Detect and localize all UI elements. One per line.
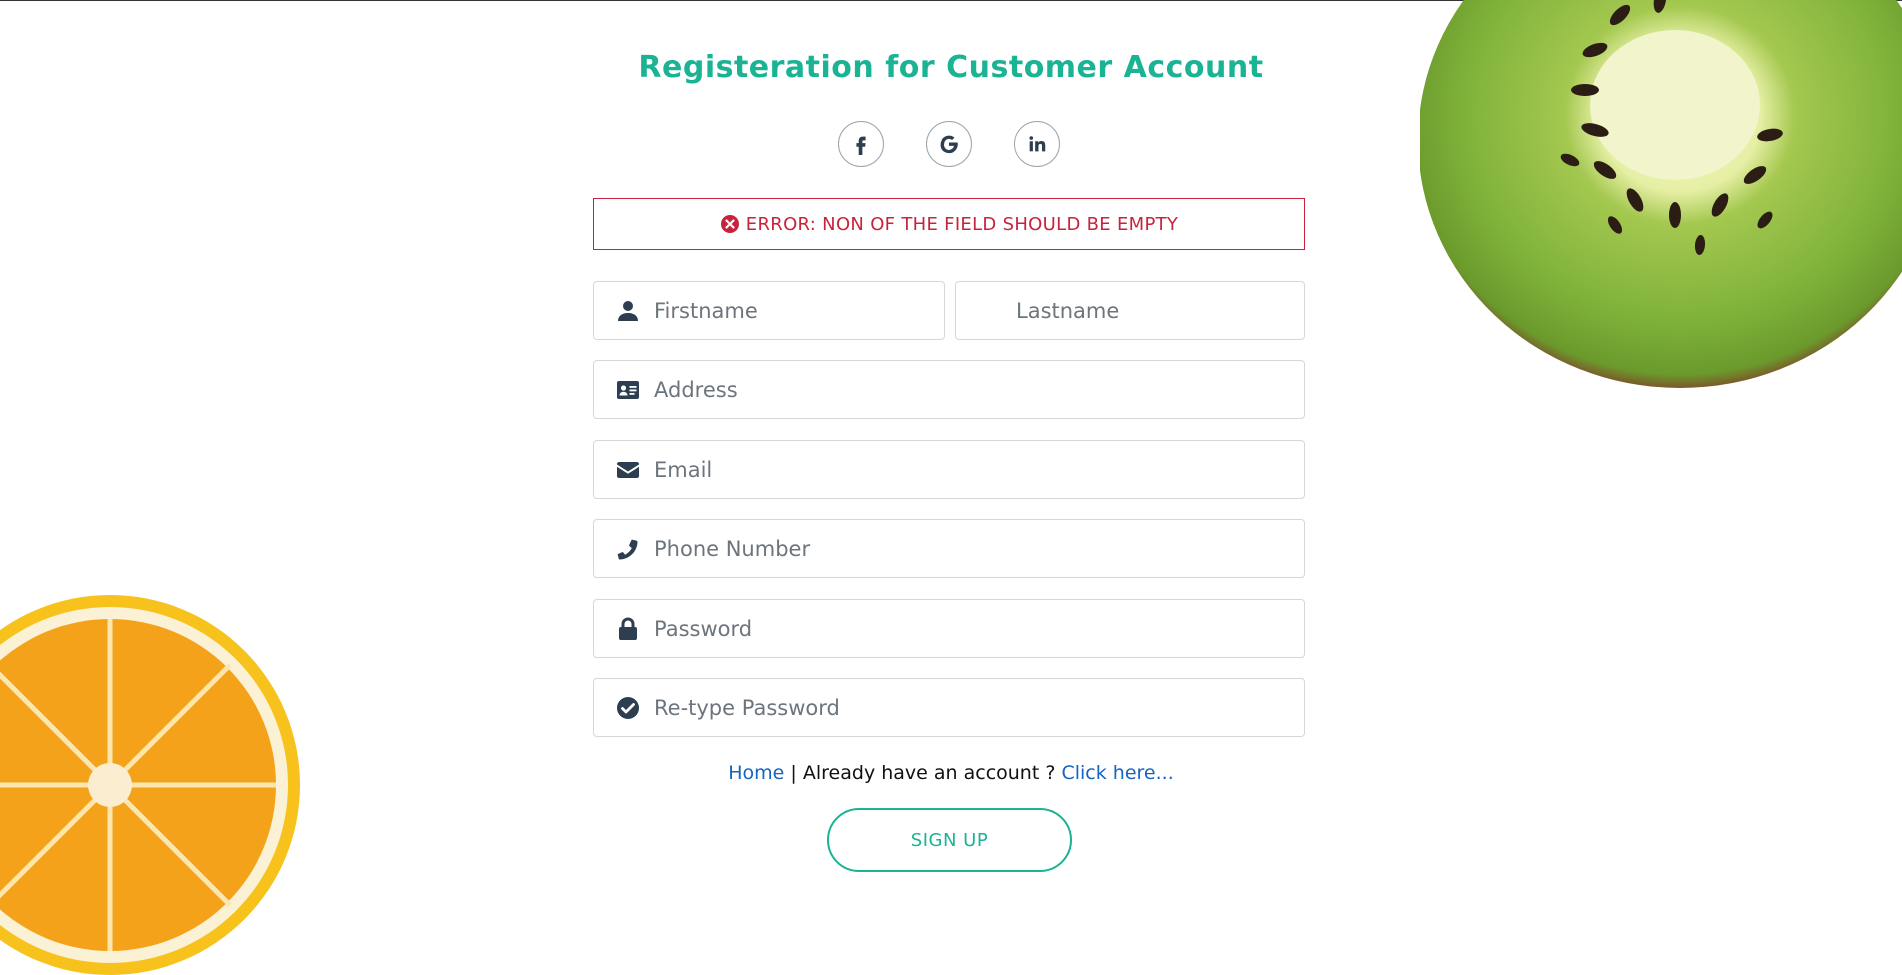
address-field[interactable]	[593, 360, 1305, 419]
error-circle-icon	[720, 214, 740, 234]
account-links: Home | Already have an account ? Click h…	[0, 762, 1902, 784]
signup-button[interactable]: SIGN UP	[827, 808, 1072, 872]
firstname-input[interactable]	[654, 282, 944, 339]
lock-icon	[616, 617, 640, 641]
already-account-text: Already have an account ?	[802, 762, 1056, 784]
envelope-icon	[616, 458, 640, 482]
phone-input[interactable]	[654, 520, 1304, 577]
google-icon	[940, 135, 958, 154]
email-field[interactable]	[593, 440, 1305, 499]
orange-image	[0, 595, 300, 975]
phone-icon	[616, 537, 640, 561]
linkedin-button[interactable]	[1014, 121, 1060, 167]
home-link[interactable]: Home	[728, 762, 784, 784]
facebook-icon	[856, 136, 866, 155]
link-separator: |	[790, 762, 797, 784]
firstname-field[interactable]	[593, 281, 945, 340]
error-alert: ERROR: NON OF THE FIELD SHOULD BE EMPTY	[593, 198, 1305, 250]
page-title: Registeration for Customer Account	[638, 50, 1264, 85]
google-button[interactable]	[926, 121, 972, 167]
facebook-button[interactable]	[838, 121, 884, 167]
retype-password-field[interactable]	[593, 678, 1305, 737]
phone-field[interactable]	[593, 519, 1305, 578]
password-field[interactable]	[593, 599, 1305, 658]
login-link[interactable]: Click here...	[1061, 762, 1173, 784]
check-circle-icon	[616, 696, 640, 720]
error-message: ERROR: NON OF THE FIELD SHOULD BE EMPTY	[745, 213, 1179, 235]
lastname-field[interactable]	[955, 281, 1305, 340]
retype-password-input[interactable]	[654, 679, 1304, 736]
lastname-input[interactable]	[1016, 282, 1304, 339]
address-input[interactable]	[654, 361, 1304, 418]
linkedin-icon	[1029, 136, 1046, 152]
address-card-icon	[616, 378, 640, 402]
email-input[interactable]	[654, 441, 1304, 498]
password-input[interactable]	[654, 600, 1304, 657]
user-icon	[616, 299, 640, 323]
